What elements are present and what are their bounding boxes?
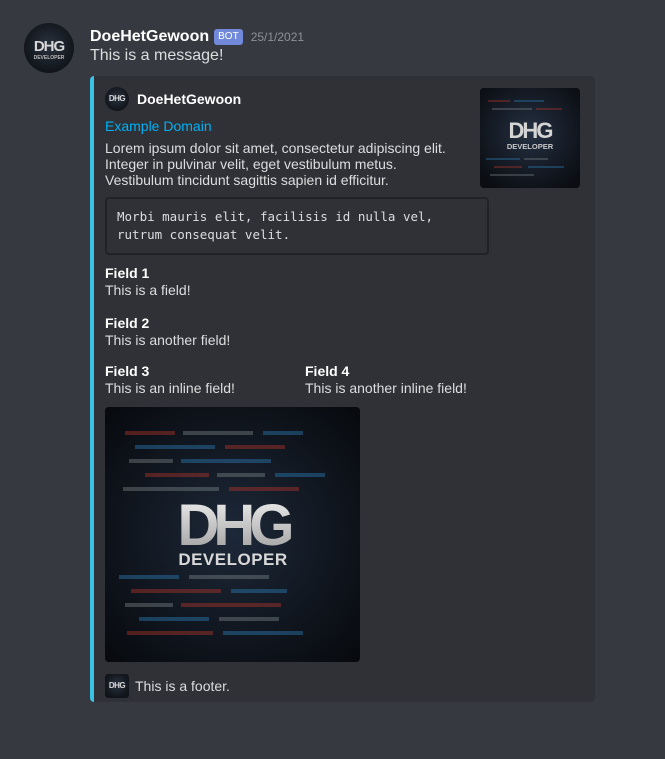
message-header: DoeHetGewoon BOT 25/1/2021: [90, 27, 304, 47]
logo-subtitle: DEVELOPER: [178, 550, 287, 569]
dhg-developer-logo-image: DHG DEVELOPER: [480, 88, 580, 188]
field-value: This is an inline field!: [105, 380, 235, 396]
svg-text:DEVELOPER: DEVELOPER: [34, 55, 65, 61]
description-line: Vestibulum tincidunt sagittis sapien id …: [105, 172, 389, 188]
embed-title-link[interactable]: Example Domain: [105, 118, 212, 134]
embed: DHG DoeHetGewoon Example Domain Lorem ip…: [90, 76, 595, 702]
field-value: This is a field!: [105, 282, 191, 298]
user-avatar[interactable]: DHG DEVELOPER: [24, 23, 74, 73]
svg-text:DHG: DHG: [34, 38, 65, 55]
bot-tag: BOT: [214, 29, 243, 45]
svg-text:DHG: DHG: [109, 94, 126, 103]
field-value: This is another inline field!: [305, 380, 467, 396]
embed-author-name: DoeHetGewoon: [137, 91, 242, 107]
embed-inline-field: Field 4 This is another inline field!: [305, 363, 467, 396]
code-line: rutrum consequat velit.: [117, 227, 291, 242]
embed-image[interactable]: DHG DEVELOPER: [105, 407, 360, 662]
description-line: Integer in pulvinar velit, eget vestibul…: [105, 156, 397, 172]
dhg-developer-banner-image: DHG DEVELOPER: [105, 407, 360, 662]
username[interactable]: DoeHetGewoon: [90, 28, 209, 46]
description-line: Lorem ipsum dolor sit amet, consectetur …: [105, 140, 446, 156]
embed-field: Field 1 This is a field!: [105, 265, 191, 298]
chat-message: DHG DEVELOPER DoeHetGewoon BOT 25/1/2021…: [0, 0, 665, 759]
author-icon: DHG: [105, 87, 129, 111]
footer-text: This is a footer.: [135, 678, 230, 694]
timestamp: 25/1/2021: [250, 30, 305, 44]
message-content: This is a message!: [90, 47, 224, 64]
embed-author: DHG DoeHetGewoon: [105, 87, 241, 111]
embed-footer: DHG This is a footer.: [105, 674, 230, 698]
field-value: This is another field!: [105, 332, 231, 348]
svg-text:DHG: DHG: [109, 681, 126, 690]
embed-description: Lorem ipsum dolor sit amet, consectetur …: [105, 140, 465, 188]
svg-text:DHG: DHG: [509, 118, 553, 143]
embed-thumbnail[interactable]: DHG DEVELOPER: [480, 88, 580, 188]
field-name: Field 4: [305, 363, 350, 379]
field-name: Field 1: [105, 265, 150, 281]
embed-field: Field 2 This is another field!: [105, 315, 230, 348]
embed-code-block: Morbi mauris elit, facilisis id nulla ve…: [105, 197, 489, 255]
dhg-logo-icon: DHG DEVELOPER: [34, 38, 66, 61]
field-name: Field 3: [105, 363, 150, 379]
embed-inline-field: Field 3 This is an inline field!: [105, 363, 235, 396]
code-line: Morbi mauris elit, facilisis id nulla ve…: [117, 209, 434, 224]
svg-text:DEVELOPER: DEVELOPER: [507, 142, 554, 151]
field-name: Field 2: [105, 315, 150, 331]
logo-mark: DHG: [178, 493, 292, 558]
footer-icon: DHG: [105, 674, 129, 698]
